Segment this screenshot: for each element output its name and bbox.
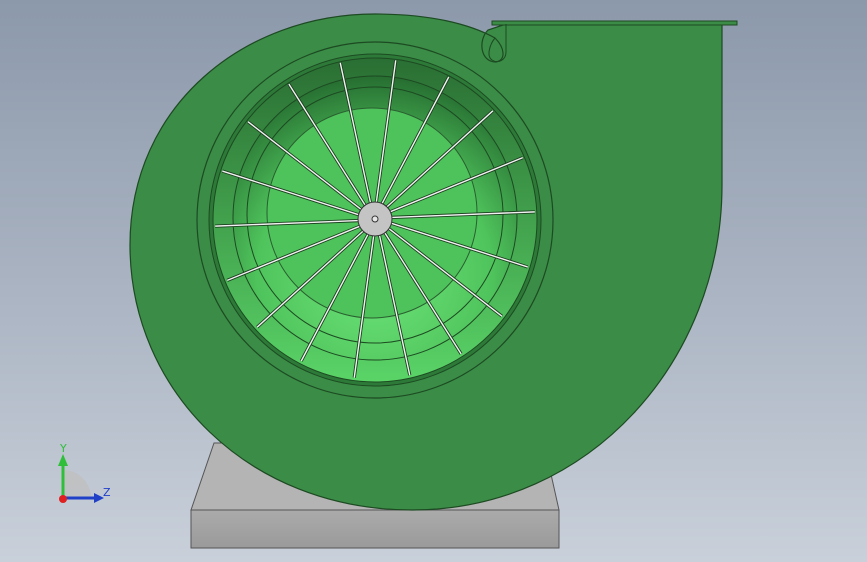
z-axis-label: Z [103, 486, 111, 499]
fan-model[interactable] [0, 0, 867, 562]
y-axis-label: Y [59, 442, 67, 455]
triad-plane-arc [63, 470, 91, 498]
inlet-assembly[interactable] [196, 41, 554, 399]
y-axis-arrow [58, 454, 68, 466]
base-front-face [190, 509, 560, 549]
hub-bolt [371, 215, 379, 223]
coordinate-triad: Y Z [58, 442, 111, 503]
graphics-viewport[interactable]: Y Z [0, 0, 867, 562]
x-axis-point [59, 495, 67, 503]
outlet-flange [491, 20, 738, 26]
